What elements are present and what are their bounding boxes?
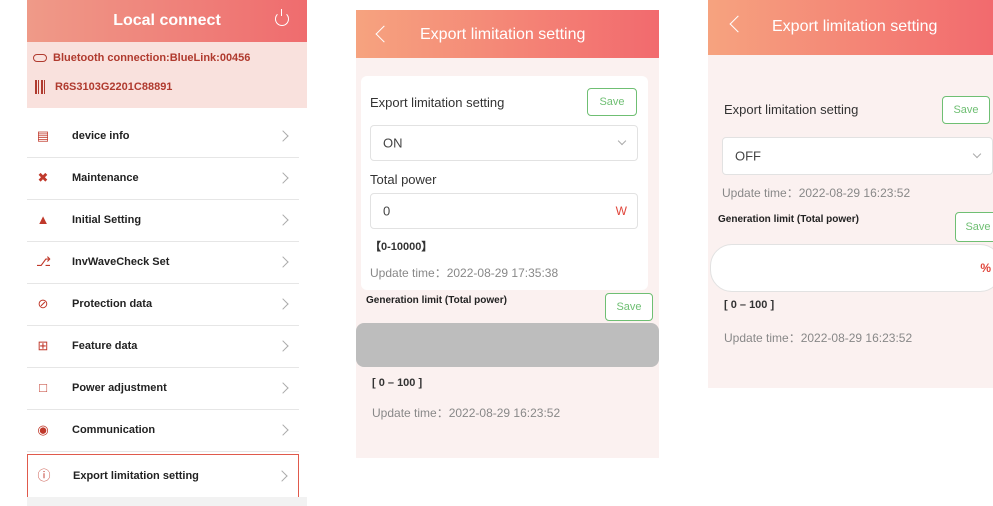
chevron-right-icon — [277, 256, 289, 268]
chevron-right-icon — [277, 214, 289, 226]
generation-limit-input[interactable]: % — [710, 244, 993, 292]
menu-item-label: Protection data — [72, 298, 153, 310]
chevron-right-icon — [277, 172, 289, 184]
generation-update-time: Update time：2022-08-29 16:23:52 — [724, 331, 913, 345]
menu-item-initial-setting[interactable]: ▲ Initial Setting — [27, 199, 299, 242]
total-power-value: 0 — [383, 203, 391, 219]
unit-label: W — [615, 204, 627, 218]
bluetooth-status: Bluetooth connection:BlueLink:00456 — [33, 52, 250, 64]
chart-icon: □ — [39, 380, 47, 395]
info-icon: ⓘ — [37, 468, 51, 483]
chevron-right-icon — [277, 130, 289, 142]
generation-limit-label: Generation limit (Total power) — [718, 214, 859, 225]
chevron-right-icon — [277, 424, 289, 436]
chevron-right-icon — [277, 382, 289, 394]
serial-text: R6S3103G2201C88891 — [55, 81, 173, 93]
page-title: Export limitation setting — [420, 26, 586, 43]
save-button[interactable]: Save — [942, 96, 990, 124]
wrench-icon: ✖ — [37, 170, 49, 185]
connection-header: Local connect Bluetooth connection:BlueL… — [27, 0, 307, 108]
range-hint: 【0-10000】 — [370, 241, 433, 253]
chevron-right-icon — [277, 298, 289, 310]
barcode-icon — [35, 80, 47, 94]
mode-select[interactable]: ON — [370, 125, 638, 161]
export-limitation-screen-on: Export limitation setting Export limitat… — [356, 10, 659, 458]
generation-range-hint: [ 0 – 100 ] — [372, 377, 423, 389]
percent-unit: % — [980, 261, 991, 275]
menu-item-label: Feature data — [72, 340, 138, 352]
chevron-right-icon — [277, 340, 289, 352]
chevron-right-icon — [276, 470, 288, 482]
menu-item-device-info[interactable]: ▤ device info — [27, 115, 299, 158]
section-label: Export limitation setting — [724, 102, 859, 117]
generation-save-button[interactable]: Save — [605, 293, 653, 321]
menu-item-communication[interactable]: ◉ Communication — [27, 409, 299, 452]
menu-item-power-adjustment[interactable]: □ Power adjustment — [27, 367, 299, 410]
export-limitation-screen-off: Export limitation setting Export limitat… — [708, 0, 993, 388]
page-title: Export limitation setting — [772, 18, 938, 35]
link-icon — [33, 54, 47, 62]
menu-item-label: Maintenance — [72, 172, 139, 184]
menu-item-export-limitation-setting[interactable]: ⓘ Export limitation setting — [27, 454, 299, 498]
menu-item-label: Export limitation setting — [73, 470, 199, 482]
update-time: Update time：2022-08-29 16:23:52 — [722, 186, 911, 200]
menu-item-feature-data[interactable]: ⊞ Feature data — [27, 325, 299, 368]
menu-item-invwavecheck-set[interactable]: ⎇ InvWaveCheck Set — [27, 241, 299, 284]
document-list-icon: ▤ — [36, 128, 50, 143]
menu-item-maintenance[interactable]: ✖ Maintenance — [27, 157, 299, 200]
chevron-down-icon — [972, 149, 982, 159]
tower-icon: ▲ — [36, 212, 50, 227]
bluetooth-text: Bluetooth connection:BlueLink:00456 — [53, 52, 251, 64]
total-power-label: Total power — [370, 172, 437, 187]
title-bar: Export limitation setting — [708, 0, 993, 55]
chevron-down-icon — [617, 137, 627, 146]
generation-limit-input[interactable] — [356, 323, 659, 367]
title-bar: Export limitation setting — [356, 10, 659, 58]
menu-item-label: Communication — [72, 424, 156, 436]
back-icon[interactable] — [729, 15, 747, 33]
mode-value: OFF — [735, 148, 761, 164]
menu-item-label: Initial Setting — [72, 214, 142, 226]
save-button[interactable]: Save — [587, 88, 637, 116]
mode-select[interactable]: OFF — [722, 137, 993, 175]
mode-value: ON — [383, 135, 403, 151]
bottom-strip — [27, 497, 307, 506]
menu-item-label: Power adjustment — [72, 382, 167, 394]
menu-item-label: device info — [72, 130, 130, 142]
total-power-input[interactable]: 0 W — [370, 193, 638, 229]
generation-limit-label: Generation limit (Total power) — [366, 295, 507, 306]
generation-range-hint: [ 0 – 100 ] — [724, 299, 775, 311]
page-title: Local connect — [113, 12, 221, 29]
generation-update-time: Update time：2022-08-29 16:23:52 — [372, 406, 561, 420]
shield-icon: ⊘ — [37, 296, 49, 311]
local-connect-screen: Local connect Bluetooth connection:BlueL… — [27, 0, 307, 506]
section-label: Export limitation setting — [370, 95, 505, 110]
antenna-icon: ⎇ — [36, 254, 51, 269]
title-bar: Local connect — [27, 0, 307, 42]
menu-item-label: InvWaveCheck Set — [72, 256, 170, 268]
signal-icon: ◉ — [37, 422, 49, 437]
generation-save-button[interactable]: Save — [955, 212, 993, 242]
menu-item-protection-data[interactable]: ⊘ Protection data — [27, 283, 299, 326]
calendar-icon: ⊞ — [37, 338, 49, 353]
back-icon[interactable] — [375, 25, 393, 43]
power-icon[interactable] — [275, 9, 289, 26]
update-time: Update time：2022-08-29 17:35:38 — [370, 266, 559, 280]
serial-number: R6S3103G2201C88891 — [35, 80, 172, 94]
export-settings-card: Export limitation setting Save ON Total … — [361, 76, 648, 290]
